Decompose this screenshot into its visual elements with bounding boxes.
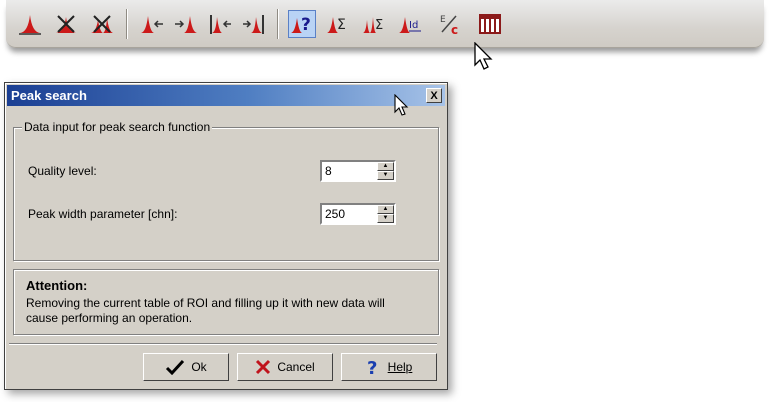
check-icon xyxy=(166,359,185,375)
svg-text:Id: Id xyxy=(409,20,418,31)
help-label: Help xyxy=(387,360,413,374)
toolbar-separator xyxy=(126,9,128,39)
quality-level-spinner[interactable]: 8 ▲ ▼ xyxy=(320,160,396,182)
remove-all-peaks-button[interactable] xyxy=(88,10,116,38)
quality-level-value: 8 xyxy=(325,164,332,178)
roi-left-bar-button[interactable] xyxy=(206,10,234,38)
roi-left-bar-icon xyxy=(210,15,231,34)
svg-text:Σ: Σ xyxy=(375,18,383,33)
remove-all-peaks-icon xyxy=(91,15,113,33)
attention-text: Removing the current table of ROI and fi… xyxy=(26,296,385,325)
roi-left-icon xyxy=(141,16,163,33)
peak-sum-all-icon: Σ xyxy=(363,17,383,33)
columns-icon xyxy=(479,14,501,34)
peak-width-value: 250 xyxy=(325,207,346,221)
svg-text:?: ? xyxy=(367,358,377,376)
spinner-arrows[interactable]: ▲ ▼ xyxy=(377,162,394,180)
group-label: Data input for peak search function xyxy=(22,120,213,134)
svg-text:E: E xyxy=(440,15,446,25)
peak-icon xyxy=(19,15,41,35)
spin-up-icon[interactable]: ▲ xyxy=(377,205,394,214)
spin-down-icon[interactable]: ▼ xyxy=(377,214,394,223)
peak-width-spinner[interactable]: 250 ▲ ▼ xyxy=(320,203,396,225)
peak-search-button[interactable]: ? xyxy=(288,10,316,38)
cancel-label: Cancel xyxy=(277,360,315,374)
roi-left-button[interactable] xyxy=(138,10,166,38)
mouse-cursor-icon xyxy=(474,42,493,70)
help-question-icon: ? xyxy=(367,358,377,376)
toolbar-separator xyxy=(277,9,279,39)
roi-right-button[interactable] xyxy=(172,10,200,38)
ok-label: Ok xyxy=(191,360,207,374)
quality-level-label: Quality level: xyxy=(28,164,97,178)
energy-calibration-icon: Ec xyxy=(440,15,458,36)
toolbar: ? Σ Σ Id Ec xyxy=(6,0,764,48)
attention-group: Attention: Removing the current table of… xyxy=(13,269,439,335)
attention-title: Attention: xyxy=(26,278,88,293)
dialog-titlebar[interactable]: Peak search X xyxy=(7,85,445,106)
roi-right-icon xyxy=(175,16,197,33)
mouse-cursor-icon xyxy=(394,94,409,116)
svg-text:Σ: Σ xyxy=(337,17,346,33)
remove-peak-button[interactable] xyxy=(52,10,80,38)
dialog-title: Peak search xyxy=(11,88,87,103)
peak-identify-button[interactable]: Id xyxy=(396,10,424,38)
spinner-arrows[interactable]: ▲ ▼ xyxy=(377,205,394,223)
remove-peak-icon xyxy=(56,15,76,33)
spin-down-icon[interactable]: ▼ xyxy=(377,171,394,180)
peak-identify-icon: Id xyxy=(399,17,421,33)
energy-calibration-button[interactable]: Ec xyxy=(436,10,464,38)
help-button[interactable]: ? Help xyxy=(341,353,437,381)
peak-search-dialog: Peak search X Data input for peak search… xyxy=(4,82,448,390)
spin-up-icon[interactable]: ▲ xyxy=(377,162,394,171)
roi-right-bar-icon xyxy=(243,15,264,34)
peak-sum-button[interactable]: Σ xyxy=(324,10,352,38)
peak-sum-all-button[interactable]: Σ xyxy=(360,10,388,38)
data-input-group: Data input for peak search function Qual… xyxy=(13,120,439,261)
footer-divider xyxy=(9,343,437,345)
close-button[interactable]: X xyxy=(426,88,442,103)
columns-button[interactable] xyxy=(476,10,504,38)
svg-text:c: c xyxy=(451,23,458,36)
svg-text:?: ? xyxy=(301,15,311,35)
cancel-button[interactable]: Cancel xyxy=(237,353,333,381)
roi-right-bar-button[interactable] xyxy=(240,10,268,38)
peak-search-icon: ? xyxy=(291,15,311,35)
peak-width-label: Peak width parameter [chn]: xyxy=(28,207,178,221)
peak-sum-icon: Σ xyxy=(327,17,346,33)
ok-button[interactable]: Ok xyxy=(143,353,229,381)
cancel-x-icon xyxy=(256,359,271,375)
peak-button[interactable] xyxy=(16,10,44,38)
